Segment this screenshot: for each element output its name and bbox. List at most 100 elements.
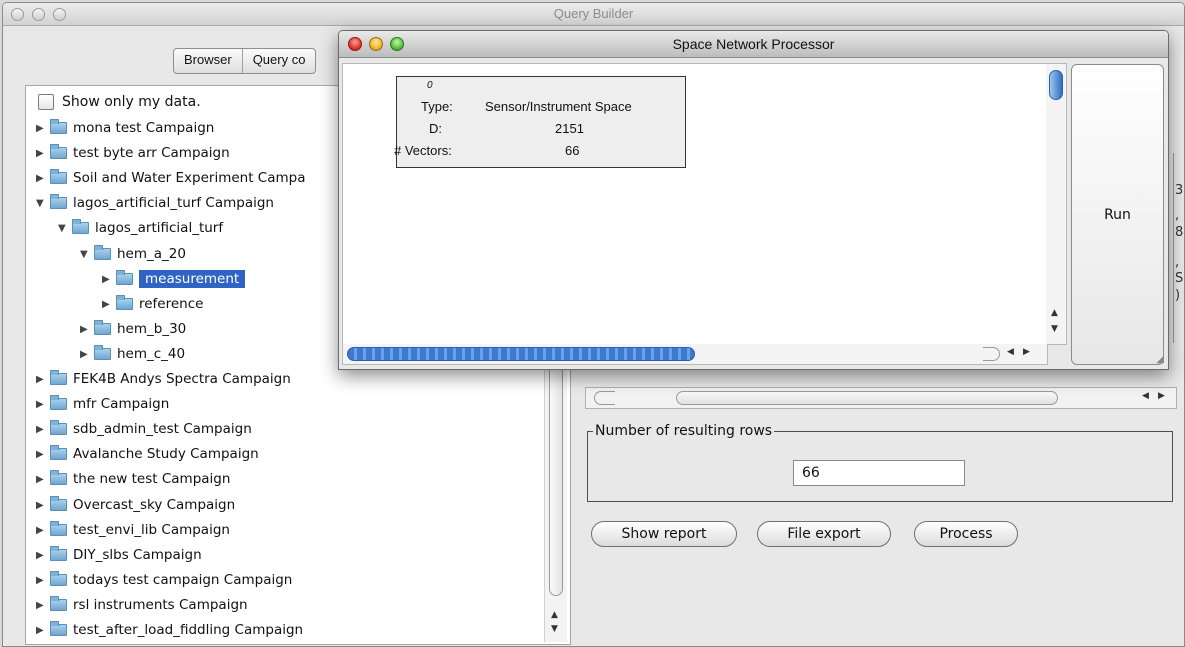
collapsed-triangle-icon[interactable]: ▶ xyxy=(102,299,116,310)
collapsed-triangle-icon[interactable]: ▶ xyxy=(36,500,50,511)
collapsed-triangle-icon[interactable]: ▶ xyxy=(36,449,50,460)
canvas-vscroll-thumb[interactable] xyxy=(1049,70,1063,100)
canvas-horizontal-scrollbar[interactable]: ◀ ▶ xyxy=(342,344,1048,365)
network-canvas[interactable]: 0 Type: Sensor/Instrument Space D: 2151 … xyxy=(342,63,1048,345)
collapsed-triangle-icon[interactable]: ▶ xyxy=(36,374,50,385)
resize-grip-icon[interactable]: ◢ xyxy=(1156,354,1164,365)
collapsed-triangle-icon[interactable]: ▶ xyxy=(36,600,50,611)
tree-item-label: hem_c_40 xyxy=(117,346,186,362)
tree-item[interactable]: ▶ hem_b_30 xyxy=(80,318,186,340)
query-builder-tabs: Browser Query co xyxy=(173,48,317,74)
tree-item[interactable]: ▶ Overcast_sky Campaign xyxy=(36,494,235,516)
tab-query-config[interactable]: Query co xyxy=(243,49,316,73)
tree-item[interactable]: ▶ test_envi_lib Campaign xyxy=(36,519,230,541)
show-only-label: Show only my data. xyxy=(62,94,201,110)
folder-icon xyxy=(50,521,67,536)
collapsed-triangle-icon[interactable]: ▶ xyxy=(36,399,50,410)
folder-icon xyxy=(50,596,67,611)
collapsed-triangle-icon[interactable]: ▶ xyxy=(36,625,50,636)
tree-item-label: the new test Campaign xyxy=(73,471,231,487)
show-report-button[interactable]: Show report xyxy=(591,521,737,547)
tree-item-label: Avalanche Study Campaign xyxy=(73,446,259,462)
tree-item[interactable]: ▶ FEK4B Andys Spectra Campaign xyxy=(36,368,291,390)
partial-text: ) xyxy=(1175,288,1181,303)
tree-item[interactable]: ▼ lagos_artificial_turf Campaign xyxy=(36,192,274,214)
file-export-button[interactable]: File export xyxy=(757,521,891,547)
collapsed-triangle-icon[interactable]: ▶ xyxy=(36,550,50,561)
folder-icon xyxy=(94,245,111,260)
canvas-hscroll-thumb[interactable] xyxy=(347,347,695,361)
collapsed-triangle-icon[interactable]: ▶ xyxy=(36,525,50,536)
collapsed-triangle-icon[interactable]: ▶ xyxy=(36,424,50,435)
tree-item[interactable]: ▶ mona test Campaign xyxy=(36,117,214,139)
collapsed-triangle-icon[interactable]: ▶ xyxy=(80,349,94,360)
result-horizontal-scrollbar[interactable]: ◀ ▶ xyxy=(585,387,1177,409)
tree-item[interactable]: ▶ rsl instruments Campaign xyxy=(36,594,248,616)
tree-item[interactable]: ▶ reference xyxy=(102,293,203,315)
tree-item-label: test_envi_lib Campaign xyxy=(73,522,230,538)
tree-item[interactable]: ▶ measurement xyxy=(102,268,246,290)
tree-item-label: reference xyxy=(139,296,204,312)
tab-browser[interactable]: Browser xyxy=(174,49,243,73)
partial-text: 8 xyxy=(1175,225,1184,240)
node-vectors-value: 66 xyxy=(565,143,580,158)
partial-text: , xyxy=(1175,208,1180,223)
query-builder-titlebar[interactable]: Query Builder xyxy=(3,3,1184,26)
canvas-vertical-scrollbar[interactable]: ▲ ▼ xyxy=(1046,63,1067,345)
scroll-track-cap xyxy=(594,391,615,405)
collapsed-triangle-icon[interactable]: ▶ xyxy=(36,148,50,159)
node-vectors-label: # Vectors: xyxy=(394,143,452,158)
scroll-up-arrow-icon[interactable]: ▲ xyxy=(551,610,558,620)
tree-item[interactable]: ▼ lagos_artificial_turf xyxy=(58,217,223,239)
process-button[interactable]: Process xyxy=(914,521,1018,547)
resulting-rows-label: Number of resulting rows xyxy=(593,423,775,439)
expanded-triangle-icon[interactable]: ▼ xyxy=(80,249,94,260)
scroll-right-arrow-icon[interactable]: ▶ xyxy=(1158,391,1165,401)
folder-icon xyxy=(50,496,67,511)
tree-item[interactable]: ▶ DIY_slbs Campaign xyxy=(36,544,202,566)
scroll-up-arrow-icon[interactable]: ▲ xyxy=(1051,308,1058,318)
resulting-rows-field[interactable]: 66 xyxy=(793,460,965,486)
collapsed-triangle-icon[interactable]: ▶ xyxy=(36,575,50,586)
tree-item[interactable]: ▶ test_after_load_fiddling Campaign xyxy=(36,619,303,641)
node-d-value: 2151 xyxy=(555,121,584,136)
window-title: Query Builder xyxy=(553,6,634,21)
tree-item[interactable]: ▶ Avalanche Study Campaign xyxy=(36,443,259,465)
scroll-left-arrow-icon[interactable]: ◀ xyxy=(1142,391,1149,401)
tree-item[interactable]: ▼ hem_a_20 xyxy=(80,243,186,265)
space-node[interactable]: 0 Type: Sensor/Instrument Space D: 2151 … xyxy=(394,76,686,168)
tree-item[interactable]: ▶ hem_c_40 xyxy=(80,343,185,365)
expanded-triangle-icon[interactable]: ▼ xyxy=(36,198,50,209)
tree-item[interactable]: ▶ Soil and Water Experiment Campa xyxy=(36,167,306,189)
scroll-down-arrow-icon[interactable]: ▼ xyxy=(1051,324,1058,334)
tree-item[interactable]: ▶ sdb_admin_test Campaign xyxy=(36,418,252,440)
tree-item[interactable]: ▶ mfr Campaign xyxy=(36,393,169,415)
tree-item[interactable]: ▶ test byte arr Campaign xyxy=(36,142,230,164)
tree-item[interactable]: ▶ todays test campaign Campaign xyxy=(36,569,292,591)
result-scroll-thumb[interactable] xyxy=(676,391,1058,405)
scroll-right-arrow-icon[interactable]: ▶ xyxy=(1023,347,1030,357)
collapsed-triangle-icon[interactable]: ▶ xyxy=(36,474,50,485)
tree-item[interactable]: ▶ the new test Campaign xyxy=(36,468,230,490)
scroll-down-arrow-icon[interactable]: ▼ xyxy=(551,624,558,634)
expanded-triangle-icon[interactable]: ▼ xyxy=(58,223,72,234)
collapsed-triangle-icon[interactable]: ▶ xyxy=(36,173,50,184)
folder-icon xyxy=(94,345,111,360)
folder-icon xyxy=(50,546,67,561)
folder-icon xyxy=(50,395,67,410)
show-only-my-data[interactable]: Show only my data. xyxy=(38,94,201,110)
partial-text: S xyxy=(1175,271,1184,286)
collapsed-triangle-icon[interactable]: ▶ xyxy=(102,274,116,285)
collapsed-triangle-icon[interactable]: ▶ xyxy=(80,324,94,335)
collapsed-triangle-icon[interactable]: ▶ xyxy=(36,123,50,134)
folder-icon xyxy=(116,295,133,310)
tree-item-label: FEK4B Andys Spectra Campaign xyxy=(73,371,291,387)
show-only-checkbox[interactable] xyxy=(38,94,54,110)
tree-item-label: test byte arr Campaign xyxy=(73,145,230,161)
folder-icon xyxy=(50,169,67,184)
tree-item-label: hem_a_20 xyxy=(117,246,186,262)
space-network-processor-titlebar[interactable]: Space Network Processor xyxy=(339,31,1168,58)
run-button[interactable]: Run xyxy=(1071,64,1164,365)
space-network-processor-window: Space Network Processor 0 Type: Sensor/I… xyxy=(338,30,1169,370)
scroll-left-arrow-icon[interactable]: ◀ xyxy=(1007,347,1014,357)
